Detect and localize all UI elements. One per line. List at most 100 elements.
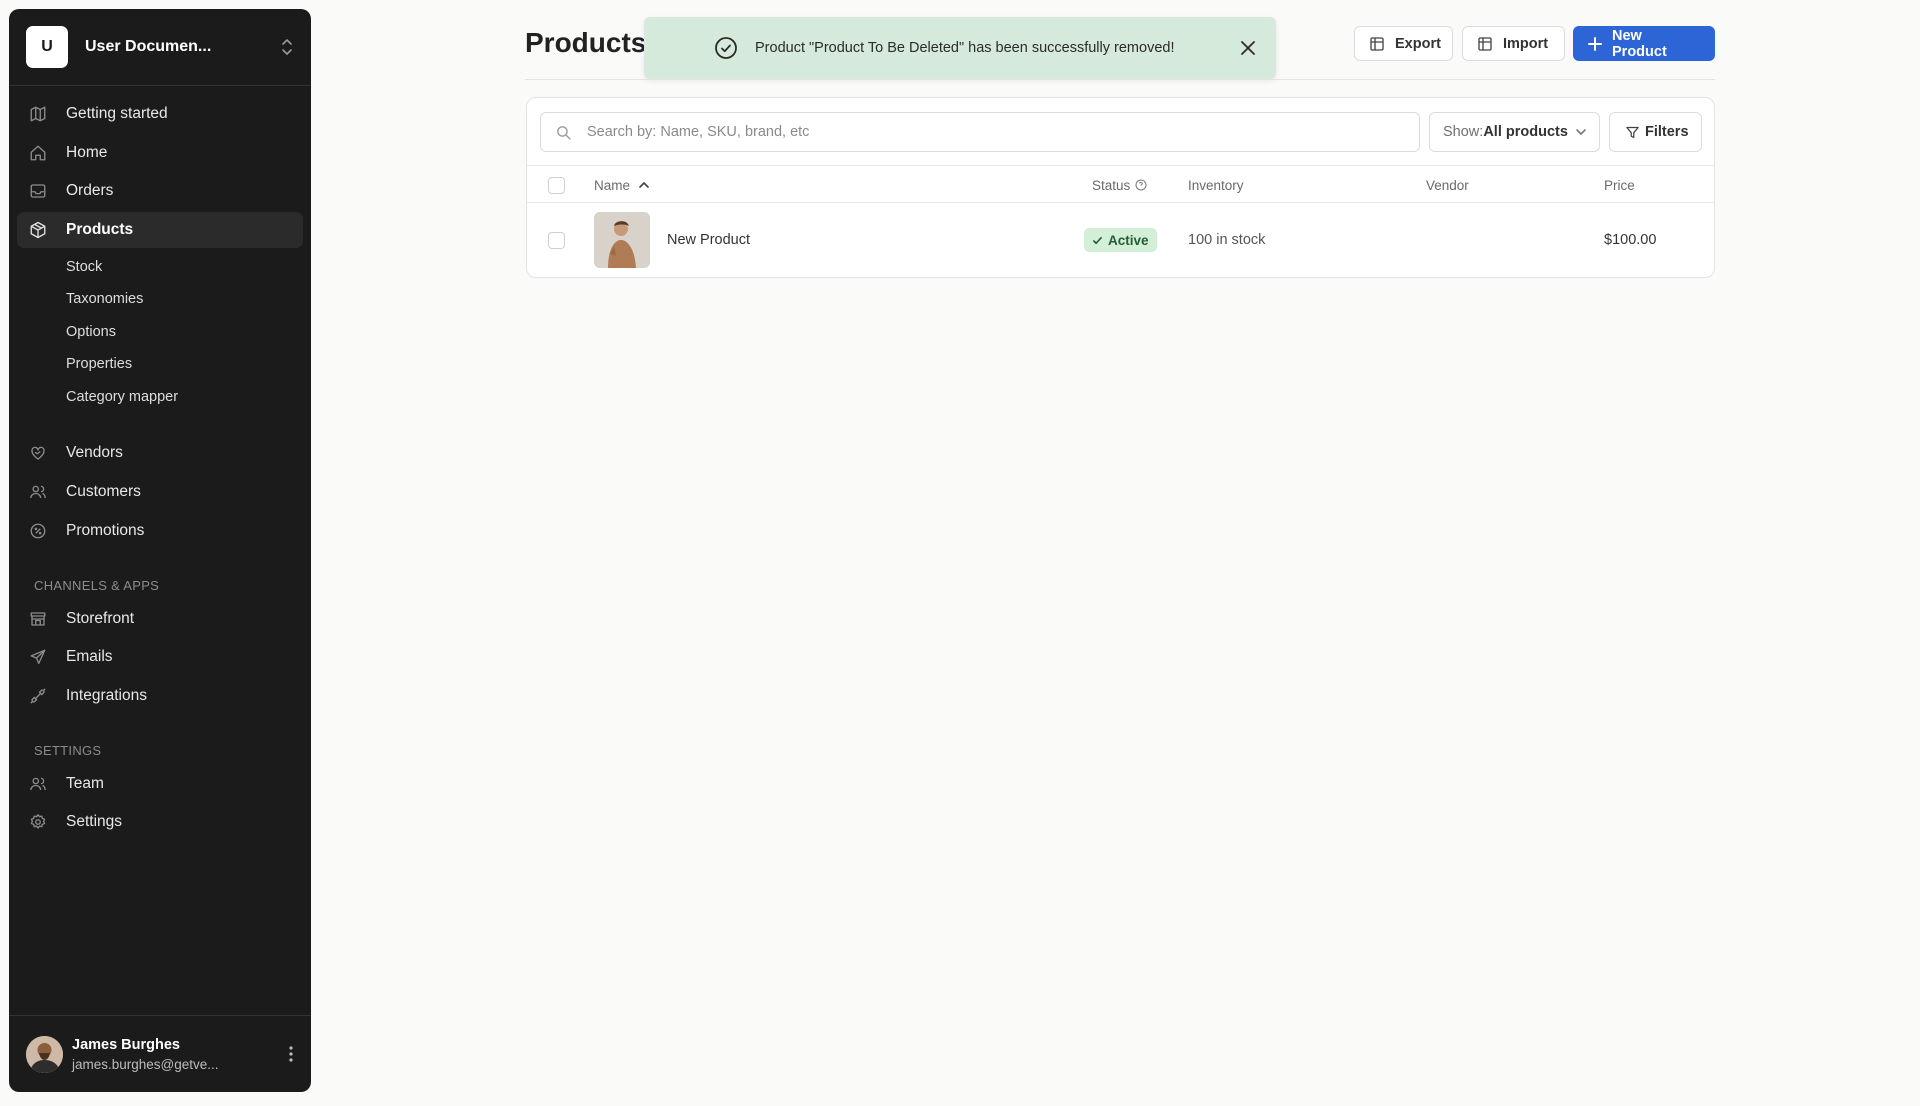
store-icon bbox=[29, 610, 47, 628]
subnav-item-options[interactable]: Options bbox=[17, 316, 303, 349]
home-icon bbox=[29, 144, 47, 162]
user-name: James Burghes bbox=[72, 1036, 180, 1053]
new-product-label: New Product bbox=[1612, 27, 1667, 60]
row-checkbox[interactable] bbox=[548, 231, 565, 249]
subnav-item-category-mapper[interactable]: Category mapper bbox=[17, 381, 303, 414]
column-inventory: Inventory bbox=[1188, 177, 1244, 193]
store-logo: U bbox=[26, 26, 68, 68]
users-icon bbox=[29, 775, 47, 793]
new-product-button[interactable]: New Product bbox=[1573, 26, 1715, 61]
product-name[interactable]: New Product bbox=[667, 203, 750, 277]
search-icon bbox=[555, 124, 572, 141]
sort-ascending-icon bbox=[639, 181, 649, 189]
nav-item-products[interactable]: Products bbox=[17, 211, 303, 248]
status-cell: Active bbox=[1084, 203, 1157, 277]
show-value: All products bbox=[1483, 124, 1568, 140]
gear-icon bbox=[29, 813, 47, 831]
plug-icon bbox=[29, 687, 47, 705]
section-title-channels: CHANNELS & APPS bbox=[34, 578, 160, 594]
show-filter-dropdown[interactable]: Show: All products bbox=[1429, 112, 1600, 152]
chevron-up-down-icon[interactable] bbox=[280, 38, 294, 56]
show-label: Show: bbox=[1443, 124, 1484, 140]
nav-item-storefront[interactable]: Storefront bbox=[17, 601, 303, 637]
store-name: User Documen... bbox=[85, 38, 212, 55]
section-title-settings: SETTINGS bbox=[34, 743, 102, 759]
nav-item-getting-started[interactable]: Getting started bbox=[17, 96, 303, 132]
column-name-label: Name bbox=[594, 177, 631, 193]
nav-item-label: Settings bbox=[66, 813, 123, 831]
help-circle-icon[interactable] bbox=[1135, 179, 1147, 191]
export-button[interactable]: Export bbox=[1354, 26, 1453, 61]
column-price: Price bbox=[1604, 177, 1635, 193]
nav-item-label: Vendors bbox=[66, 444, 123, 462]
nav-item-label: Team bbox=[66, 774, 104, 792]
import-button[interactable]: Import bbox=[1462, 26, 1565, 61]
map-icon bbox=[29, 105, 47, 123]
nav-item-label: Home bbox=[66, 143, 108, 161]
table-row[interactable]: New Product Active 100 in stock $100.00 bbox=[527, 203, 1714, 277]
column-status-label: Status bbox=[1092, 177, 1131, 193]
subnav-item-label: Options bbox=[66, 323, 116, 340]
column-status: Status bbox=[1092, 166, 1147, 204]
nav-item-promotions[interactable]: Promotions bbox=[17, 513, 303, 549]
send-icon bbox=[29, 648, 47, 666]
user-profile[interactable]: James Burghes james.burghes@getve... bbox=[9, 1015, 311, 1092]
subnav-item-label: Stock bbox=[66, 258, 103, 275]
heart-handshake-icon bbox=[29, 444, 47, 462]
export-label: Export bbox=[1395, 35, 1441, 52]
subnav-item-taxonomies[interactable]: Taxonomies bbox=[17, 283, 303, 316]
row-select-cell bbox=[548, 203, 565, 277]
success-toast: Product "Product To Be Deleted" has been… bbox=[644, 17, 1276, 79]
nav-item-integrations[interactable]: Integrations bbox=[17, 678, 303, 714]
close-icon[interactable] bbox=[1240, 40, 1256, 56]
nav-item-customers[interactable]: Customers bbox=[17, 474, 303, 510]
nav-item-orders[interactable]: Orders bbox=[17, 173, 303, 209]
header-divider bbox=[525, 79, 1715, 80]
product-thumbnail bbox=[594, 212, 650, 268]
nav-item-emails[interactable]: Emails bbox=[17, 639, 303, 675]
filters-button[interactable]: Filters bbox=[1609, 112, 1702, 152]
subnav-item-properties[interactable]: Properties bbox=[17, 348, 303, 381]
store-switcher[interactable]: U User Documen... bbox=[9, 9, 311, 86]
nav-item-label: Promotions bbox=[66, 521, 145, 539]
plus-icon bbox=[1588, 36, 1602, 51]
table-header: Name Status Inventory Vendor Price bbox=[527, 165, 1714, 203]
user-email: james.burghes@getve... bbox=[72, 1056, 219, 1072]
column-vendor: Vendor bbox=[1426, 177, 1469, 193]
nav-item-home[interactable]: Home bbox=[17, 135, 303, 171]
search-box[interactable] bbox=[540, 112, 1420, 152]
nav-item-label: Getting started bbox=[66, 105, 168, 122]
sidebar: U User Documen... Getting started Home O… bbox=[9, 9, 311, 1092]
table-import-icon bbox=[1477, 36, 1493, 52]
status-label: Active bbox=[1108, 232, 1149, 248]
nav-item-team[interactable]: Team bbox=[17, 766, 303, 802]
funnel-icon bbox=[1625, 125, 1640, 140]
column-name[interactable]: Name bbox=[594, 166, 649, 204]
search-input[interactable] bbox=[587, 124, 1419, 140]
select-all-cell bbox=[548, 166, 565, 204]
more-vertical-icon[interactable] bbox=[288, 1045, 294, 1063]
price-value: $100.00 bbox=[1604, 232, 1657, 248]
nav-item-vendors[interactable]: Vendors bbox=[17, 435, 303, 471]
status-badge: Active bbox=[1084, 228, 1157, 252]
nav-item-label: Integrations bbox=[66, 686, 147, 704]
import-label: Import bbox=[1503, 35, 1549, 52]
inbox-icon bbox=[29, 182, 47, 200]
select-all-checkbox[interactable] bbox=[548, 176, 565, 194]
products-card: Show: All products Filters Name Status I… bbox=[526, 97, 1715, 278]
nav-item-label: Products bbox=[66, 220, 134, 238]
toast-message: Product "Product To Be Deleted" has been… bbox=[755, 40, 1175, 56]
nav-item-settings[interactable]: Settings bbox=[17, 804, 303, 840]
subnav-item-stock[interactable]: Stock bbox=[17, 250, 303, 283]
check-circle-icon bbox=[714, 36, 738, 60]
nav-item-label: Emails bbox=[66, 648, 113, 666]
nav-item-label: Storefront bbox=[66, 609, 135, 627]
chevron-down-icon bbox=[1575, 126, 1587, 138]
product-thumbnail-cell bbox=[594, 212, 650, 268]
main-nav: Getting started Home Orders Products Sto… bbox=[9, 86, 311, 1015]
discount-icon bbox=[29, 522, 47, 540]
box-icon bbox=[29, 221, 47, 239]
subnav-item-label: Category mapper bbox=[66, 389, 179, 406]
table-export-icon bbox=[1369, 36, 1385, 52]
